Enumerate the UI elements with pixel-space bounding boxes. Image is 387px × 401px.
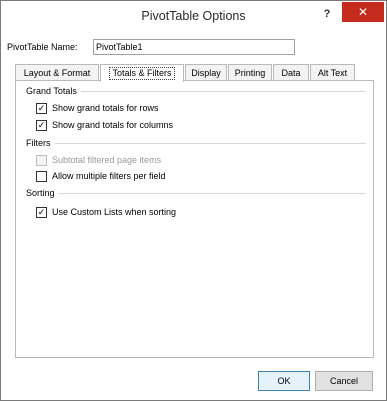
use-custom-lists-label: Use Custom Lists when sorting xyxy=(52,207,177,217)
show-grand-totals-columns-label: Show grand totals for columns xyxy=(52,120,174,130)
filters-heading: Filters xyxy=(26,138,55,148)
show-grand-totals-columns-checkbox[interactable]: ✓ xyxy=(36,120,47,131)
close-button[interactable]: ✕ xyxy=(342,2,384,22)
tab-alt-text[interactable]: Alt Text xyxy=(310,64,355,81)
grand-totals-heading: Grand Totals xyxy=(26,86,81,96)
sorting-heading: Sorting xyxy=(26,188,59,198)
subtotal-filtered-page-items-checkbox[interactable] xyxy=(36,155,47,166)
tab-totals-filters[interactable]: Totals & Filters xyxy=(100,64,184,82)
cancel-button[interactable]: Cancel xyxy=(315,371,373,391)
help-button[interactable]: ? xyxy=(315,5,339,23)
sorting-divider xyxy=(26,193,366,194)
pivottable-name-label: PivotTable Name: xyxy=(7,42,78,52)
use-custom-lists-checkbox[interactable]: ✓ xyxy=(36,207,47,218)
tab-display[interactable]: Display xyxy=(185,64,227,81)
pivottable-options-dialog: PivotTable Options ? ✕ PivotTable Name: … xyxy=(0,0,387,401)
pivottable-name-input[interactable]: PivotTable1 xyxy=(93,39,295,55)
show-grand-totals-rows-checkbox[interactable]: ✓ xyxy=(36,103,47,114)
subtotal-filtered-page-items-label: Subtotal filtered page items xyxy=(52,155,162,165)
ok-button[interactable]: OK xyxy=(258,371,310,391)
tab-data[interactable]: Data xyxy=(273,64,309,81)
allow-multiple-filters-label: Allow multiple filters per field xyxy=(52,171,166,181)
tab-printing[interactable]: Printing xyxy=(228,64,272,81)
tab-layout-format[interactable]: Layout & Format xyxy=(15,64,99,81)
totals-filters-panel: Grand Totals ✓ Show grand totals for row… xyxy=(15,80,374,358)
tab-totals-filters-label: Totals & Filters xyxy=(109,67,175,80)
show-grand-totals-rows-label: Show grand totals for rows xyxy=(52,103,159,113)
title-bar: PivotTable Options ? ✕ xyxy=(1,1,386,31)
allow-multiple-filters-checkbox[interactable] xyxy=(36,171,47,182)
filters-divider xyxy=(26,143,366,144)
